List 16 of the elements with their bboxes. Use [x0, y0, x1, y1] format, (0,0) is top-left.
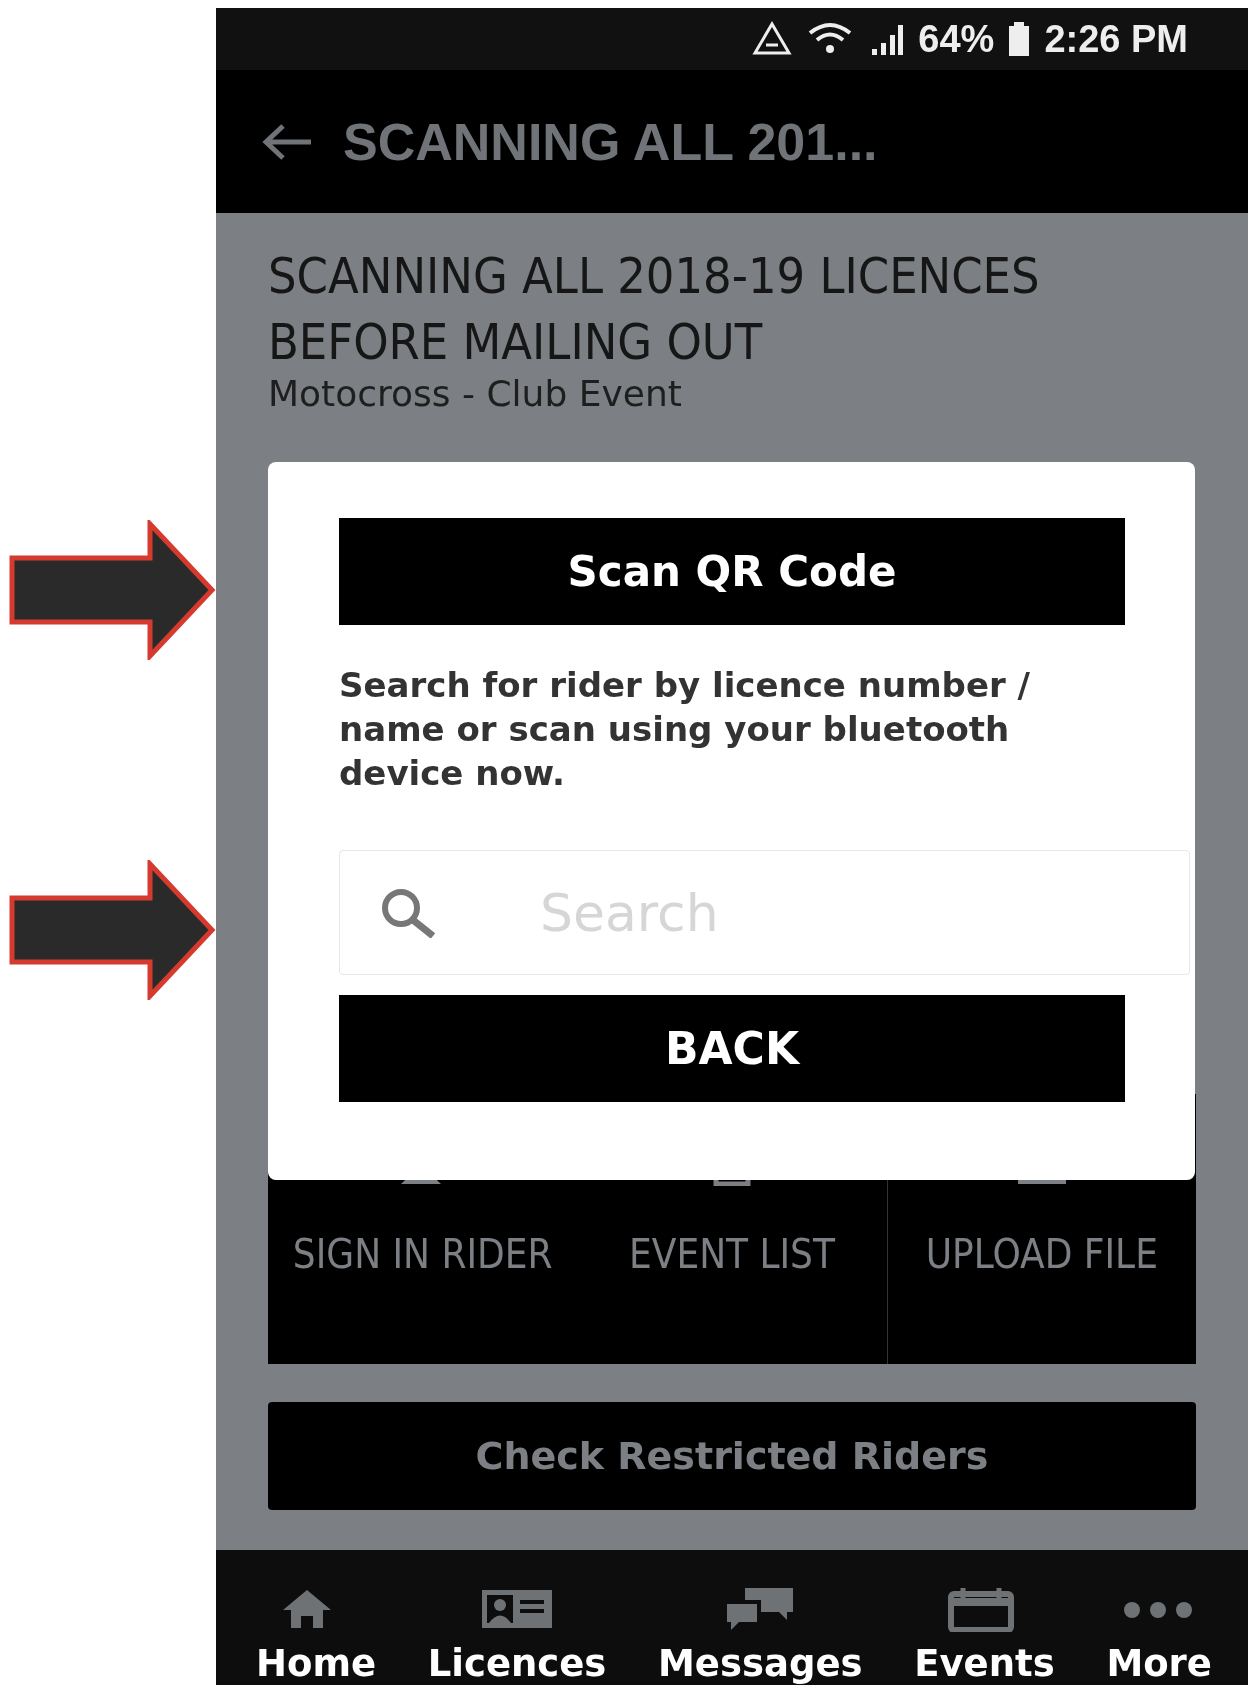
- back-arrow-icon: [261, 121, 313, 162]
- battery-icon: [1008, 21, 1031, 57]
- event-title: SCANNING ALL 2018-19 LICENCES BEFORE MAILING OUT: [268, 246, 1041, 373]
- check-restricted-button[interactable]: Check Restricted Riders: [268, 1402, 1196, 1510]
- nav-tab[interactable]: Licences: [427, 1550, 607, 1685]
- event-subtitle: Motocross - Club Event: [268, 373, 683, 414]
- battery-percent: 64%: [918, 17, 995, 61]
- back-button[interactable]: BACK: [339, 995, 1125, 1102]
- clock-time: 2:26 PM: [1044, 17, 1188, 61]
- instruction-text: Search for rider by licence number / name or scan using your bluetooth device now.: [339, 664, 1031, 795]
- nav-tab[interactable]: More: [1106, 1550, 1212, 1685]
- nav-tab[interactable]: Messages: [658, 1550, 863, 1685]
- screen-title: SCANNING ALL 201...: [343, 111, 878, 172]
- nav-tab[interactable]: Events: [914, 1550, 1055, 1685]
- nav-tab[interactable]: Home: [256, 1550, 377, 1685]
- scan-qr-button[interactable]: Scan QR Code: [339, 518, 1125, 625]
